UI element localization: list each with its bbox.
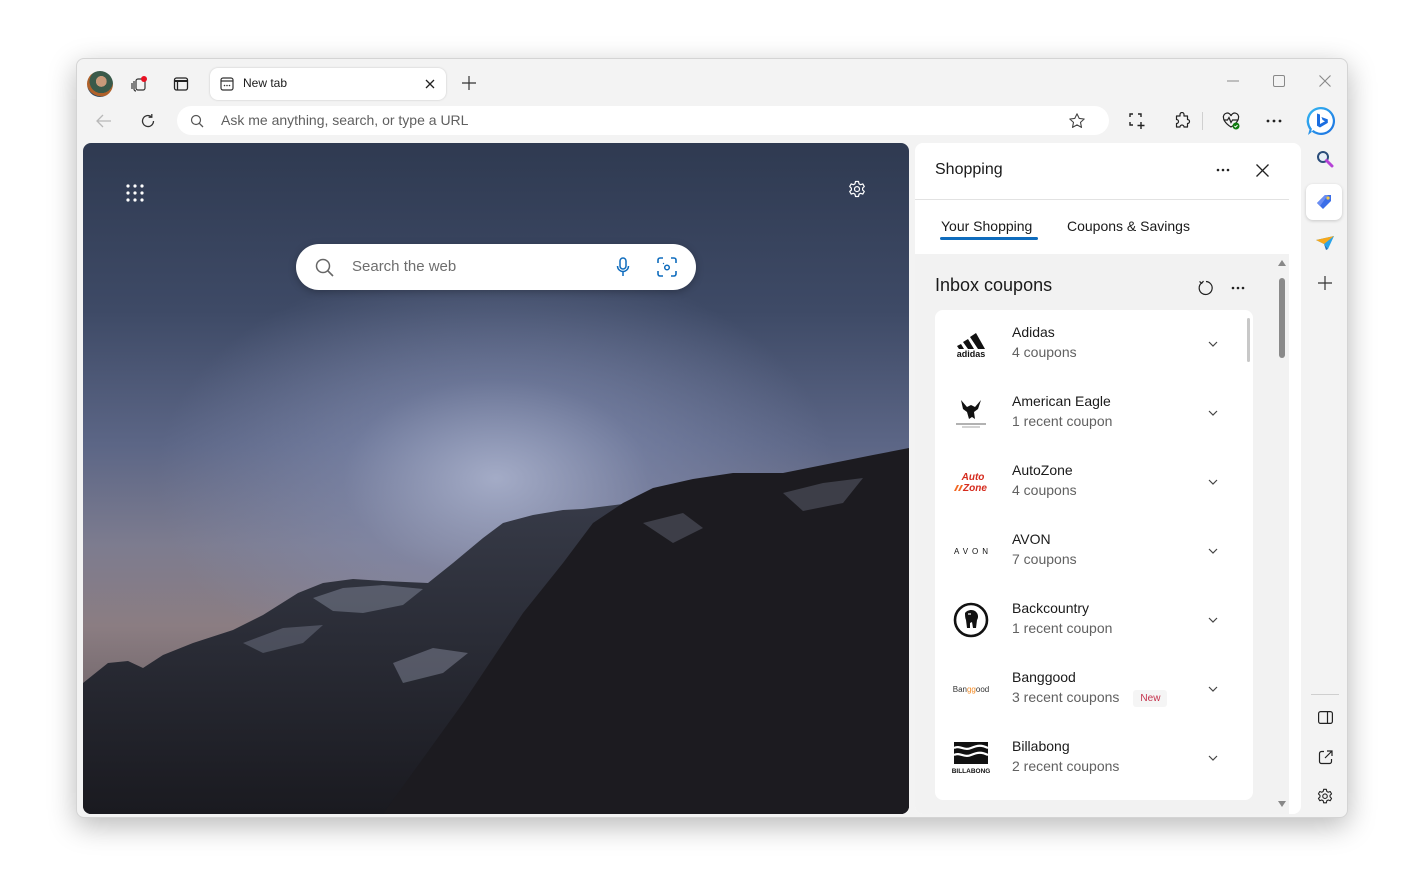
scroll-up-arrow-icon[interactable] (1278, 260, 1286, 266)
new-badge: New (1133, 689, 1168, 707)
toolbar-divider (1202, 112, 1203, 130)
chevron-down-icon[interactable] (1205, 405, 1221, 421)
store-row-banggood[interactable]: Banggood Banggood 3 recent coupons New (935, 655, 1253, 724)
billabong-logo: BILLABONG (949, 736, 993, 780)
inbox-coupons-section: Inbox coupons adidas Adidas 4 coupons Am… (915, 254, 1289, 814)
section-title: Inbox coupons (935, 275, 1053, 295)
sidebar-divider (1311, 694, 1339, 695)
avon-logo: AVON (953, 546, 993, 556)
store-row-backcountry[interactable]: Backcountry 1 recent coupon (935, 586, 1253, 655)
sidebar-add-icon[interactable] (1313, 271, 1337, 295)
coupon-count: 4 coupons (1012, 344, 1077, 360)
sidebar-shopping-icon[interactable] (1306, 184, 1342, 220)
tab-coupons-savings[interactable]: Coupons & Savings (1067, 218, 1190, 234)
list-scrollbar-thumb[interactable] (1247, 318, 1250, 362)
coupon-count: 2 recent coupons (1012, 758, 1120, 774)
sidebar-telegram-icon[interactable] (1313, 231, 1337, 255)
adidas-logo: adidas (949, 322, 993, 366)
apps-grid-icon[interactable] (121, 179, 149, 207)
shopping-panel: Shopping Your Shopping Coupons & Savings… (915, 143, 1301, 814)
panel-tabs: Your Shopping Coupons & Savings (915, 199, 1289, 254)
favorites-star-icon[interactable] (1067, 111, 1087, 131)
sidebar-search-icon[interactable] (1313, 147, 1337, 171)
section-more-icon[interactable] (1227, 277, 1249, 299)
store-row-billabong[interactable]: BILLABONG Billabong 2 recent coupons (935, 724, 1253, 793)
minimize-button[interactable] (1221, 69, 1245, 93)
web-search-box[interactable]: Search the web (296, 244, 696, 290)
extensions-icon[interactable] (1170, 109, 1194, 133)
search-placeholder: Search the web (352, 258, 457, 275)
maximize-button[interactable] (1267, 69, 1291, 93)
new-tab-button[interactable] (457, 71, 481, 95)
microphone-icon[interactable] (612, 256, 634, 278)
store-name: AutoZone (1012, 462, 1073, 478)
svg-text:Zone: Zone (962, 483, 987, 494)
scroll-down-arrow-icon[interactable] (1278, 801, 1286, 807)
visual-search-icon[interactable] (656, 256, 678, 278)
store-name: AVON (1012, 531, 1051, 547)
coupon-count: 7 coupons (1012, 551, 1077, 567)
new-tab-page: Search the web (83, 143, 909, 814)
american-eagle-logo (949, 391, 993, 435)
active-tab-indicator (940, 237, 1038, 240)
address-placeholder: Ask me anything, search, or type a URL (221, 112, 469, 128)
search-icon (314, 257, 334, 277)
vertical-tabs-icon[interactable] (165, 68, 197, 100)
chevron-down-icon[interactable] (1205, 474, 1221, 490)
backcountry-logo (949, 598, 993, 642)
panel-close-icon[interactable] (1251, 159, 1273, 181)
chevron-down-icon[interactable] (1205, 612, 1221, 628)
autozone-logo: Auto Zone (949, 460, 993, 504)
svg-text:adidas: adidas (957, 349, 986, 358)
coupon-count: 3 recent coupons (1012, 689, 1120, 705)
chevron-down-icon[interactable] (1205, 336, 1221, 352)
store-name: American Eagle (1012, 393, 1111, 409)
chevron-down-icon[interactable] (1205, 681, 1221, 697)
sidebar-settings-icon[interactable] (1313, 785, 1337, 809)
new-tab-page-icon (219, 76, 235, 92)
close-tab-icon[interactable] (422, 76, 438, 92)
coupon-count-with-badge: 3 recent coupons New (1012, 689, 1168, 707)
page-settings-gear-icon[interactable] (843, 176, 871, 204)
banggood-logo: Banggood (952, 684, 990, 694)
chevron-down-icon[interactable] (1205, 750, 1221, 766)
store-name: Banggood (1012, 669, 1076, 685)
refresh-coupons-icon[interactable] (1195, 277, 1217, 299)
screenshot-icon[interactable] (1125, 109, 1149, 133)
coupon-count: 1 recent coupon (1012, 620, 1113, 636)
store-row-adidas[interactable]: adidas Adidas 4 coupons (935, 310, 1253, 379)
profile-avatar[interactable] (84, 68, 116, 100)
refresh-button[interactable] (136, 109, 160, 133)
store-name: Backcountry (1012, 600, 1090, 616)
panel-scrollbar[interactable] (1277, 260, 1287, 810)
chevron-down-icon[interactable] (1205, 543, 1221, 559)
browser-essentials-icon[interactable] (1219, 109, 1243, 133)
browser-window: New tab Ask me anything, search, or type… (76, 58, 1348, 818)
back-button[interactable] (92, 109, 116, 133)
store-name: Adidas (1012, 324, 1055, 340)
open-external-icon[interactable] (1313, 745, 1337, 769)
store-row-autozone[interactable]: Auto Zone AutoZone 4 coupons (935, 448, 1253, 517)
address-bar[interactable]: Ask me anything, search, or type a URL (177, 106, 1109, 135)
coupon-store-list: adidas Adidas 4 coupons American Eagle 1… (935, 310, 1253, 800)
coupon-count: 1 recent coupon (1012, 413, 1113, 429)
svg-text:BILLABONG: BILLABONG (952, 768, 990, 775)
store-row-avon[interactable]: AVON AVON 7 coupons (935, 517, 1253, 586)
tab-new-tab[interactable]: New tab (210, 68, 446, 100)
panel-title: Shopping (935, 161, 1003, 178)
coupon-count: 4 coupons (1012, 482, 1077, 498)
search-icon (189, 113, 205, 129)
store-row-american-eagle[interactable]: American Eagle 1 recent coupon (935, 379, 1253, 448)
svg-text:Auto: Auto (961, 472, 985, 483)
tab-your-shopping[interactable]: Your Shopping (941, 218, 1032, 234)
bing-copilot-icon[interactable] (1304, 104, 1338, 138)
workspaces-icon[interactable] (123, 68, 155, 100)
store-name: Billabong (1012, 738, 1070, 754)
tab-title: New tab (243, 76, 288, 90)
panel-scrollbar-thumb[interactable] (1279, 278, 1285, 358)
close-window-button[interactable] (1313, 69, 1337, 93)
more-options-icon[interactable] (1262, 109, 1286, 133)
split-screen-icon[interactable] (1313, 705, 1337, 729)
panel-more-icon[interactable] (1212, 159, 1234, 181)
